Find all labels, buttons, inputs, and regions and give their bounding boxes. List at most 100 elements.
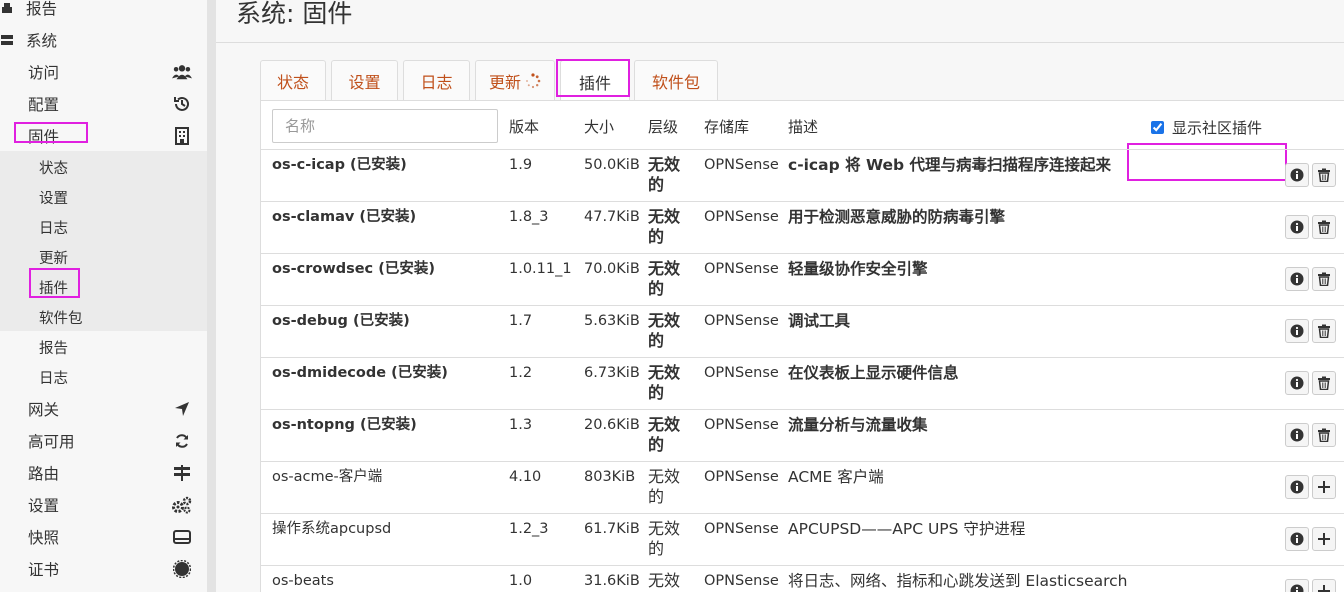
plugin-size: 20.6KiB xyxy=(584,417,640,433)
sidebar-subitem-label: 软件包 xyxy=(39,310,83,327)
column-header-version[interactable]: 版本 xyxy=(509,116,539,137)
sidebar-item-snapshots[interactable]: 快照 xyxy=(0,521,207,553)
refresh-icon xyxy=(172,431,192,451)
plugin-repository: OPNSense xyxy=(704,417,779,433)
plus-icon xyxy=(1318,533,1330,545)
info-icon xyxy=(1290,324,1304,338)
sidebar-item-label: 网关 xyxy=(28,401,60,419)
search-input[interactable] xyxy=(272,109,498,143)
info-button[interactable] xyxy=(1285,163,1309,187)
column-header-description[interactable]: 描述 xyxy=(788,116,818,137)
community-checkbox[interactable] xyxy=(1151,121,1164,134)
info-button[interactable] xyxy=(1285,319,1309,343)
trash-icon xyxy=(1318,428,1330,442)
column-header-size[interactable]: 大小 xyxy=(584,116,614,137)
install-button[interactable] xyxy=(1312,527,1336,551)
plugin-size: 5.63KiB xyxy=(584,313,640,329)
info-button[interactable] xyxy=(1285,267,1309,291)
sidebar-subitem-logs[interactable]: 日志 xyxy=(0,362,207,392)
tab-updates[interactable]: 更新 xyxy=(475,60,555,100)
community-label: 显示社区插件 xyxy=(1172,119,1263,137)
sidebar-subitem-reports[interactable]: 报告 xyxy=(0,332,207,362)
info-icon xyxy=(1290,428,1304,442)
table-row: os-crowdsec (已安装) 1.0.11_1 70.0KiB 无效的 OPNSe… xyxy=(261,253,1344,305)
signpost-icon xyxy=(172,463,192,483)
sidebar-item-gateways[interactable]: 网关 xyxy=(0,393,207,425)
plugin-name: os-ntopng (已安装) xyxy=(272,417,417,433)
report-icon xyxy=(0,0,14,18)
sidebar-subitem-status[interactable]: 状态 xyxy=(0,152,207,182)
sidebar-item-routes[interactable]: 路由 xyxy=(0,457,207,489)
info-icon xyxy=(1290,168,1304,182)
sidebar-item-high-availability[interactable]: 高可用 xyxy=(0,425,207,457)
plugin-tier: 无效的 xyxy=(648,571,681,592)
plugin-tier: 无效的 xyxy=(648,415,681,454)
info-icon xyxy=(1290,376,1304,390)
main-content: 系统: 固件 状态 设置 日志 更新 插件 软件包 版本 大小 层级 存储库 描… xyxy=(216,0,1344,592)
tab-status[interactable]: 状态 xyxy=(260,60,326,100)
install-button[interactable] xyxy=(1312,475,1336,499)
system-icon xyxy=(0,30,14,50)
plugins-panel: 版本 大小 层级 存储库 描述 显示社区插件 os-c-icap (已安装) 1.… xyxy=(260,101,1344,592)
sidebar-subitem-label: 状态 xyxy=(39,160,68,177)
tab-label: 日志 xyxy=(420,72,453,92)
table-row: os-clamav (已安装) 1.8_3 47.7KiB 无效的 OPNSense 用于… xyxy=(261,201,1344,253)
plugin-repository: OPNSense xyxy=(704,209,779,225)
sidebar-item-label: 快照 xyxy=(28,529,60,547)
plugin-description: c-icap 将 Web 代理与病毒扫描程序连接起来 xyxy=(788,156,1112,174)
remove-button[interactable] xyxy=(1312,267,1336,291)
sidebar-item-label: 高可用 xyxy=(28,433,75,451)
plugin-description: 调试工具 xyxy=(788,312,851,330)
sidebar-item-configuration[interactable]: 配置 xyxy=(0,88,207,120)
column-header-repository[interactable]: 存储库 xyxy=(704,116,749,137)
sidebar-item-settings[interactable]: 设置 xyxy=(0,489,207,521)
remove-button[interactable] xyxy=(1312,423,1336,447)
tab-packages[interactable]: 软件包 xyxy=(634,60,718,100)
table-row: os-beats 1.0 31.6KiB 无效的 OPNSense 将日志、网络、指标和心… xyxy=(261,565,1344,592)
sidebar-item-access[interactable]: 访问 xyxy=(0,56,207,88)
sidebar-scrollbar[interactable] xyxy=(207,0,216,592)
sidebar-item-label: 访问 xyxy=(28,64,60,82)
install-button[interactable] xyxy=(1312,579,1336,592)
tab-label: 设置 xyxy=(348,72,381,92)
tab-log[interactable]: 日志 xyxy=(403,60,470,100)
hdd-icon xyxy=(172,527,192,547)
info-button[interactable] xyxy=(1285,475,1309,499)
remove-button[interactable] xyxy=(1312,163,1336,187)
firmware-icon xyxy=(172,126,192,146)
info-button[interactable] xyxy=(1285,371,1309,395)
sidebar-item-reports[interactable]: 报告 xyxy=(0,0,207,24)
plugin-name: os-beats xyxy=(272,573,334,589)
plugin-repository: OPNSense xyxy=(704,157,779,173)
info-button[interactable] xyxy=(1285,423,1309,447)
info-button[interactable] xyxy=(1285,579,1309,592)
plugin-tier: 无效的 xyxy=(648,155,681,194)
tab-settings[interactable]: 设置 xyxy=(331,60,398,100)
remove-button[interactable] xyxy=(1312,371,1336,395)
info-icon xyxy=(1290,272,1304,286)
sidebar-subitem-packages[interactable]: 软件包 xyxy=(0,302,207,332)
info-button[interactable] xyxy=(1285,527,1309,551)
info-button[interactable] xyxy=(1285,215,1309,239)
show-community-plugins-toggle[interactable]: 显示社区插件 xyxy=(1151,117,1262,138)
plugin-name: 操作系统apcupsd xyxy=(272,521,392,537)
plugin-description: ACME 客户端 xyxy=(788,468,884,486)
page-title: 系统: 固件 xyxy=(236,0,353,28)
column-header-tier[interactable]: 层级 xyxy=(648,116,678,137)
table-row: os-debug (已安装) 1.7 5.63KiB 无效的 OPNSense 调试工具 xyxy=(261,305,1344,357)
plugin-tier: 无效的 xyxy=(648,207,681,246)
sidebar-item-label: 报告 xyxy=(26,0,58,18)
plugin-version: 1.0 xyxy=(509,573,533,589)
sidebar-item-certificates[interactable]: 证书 xyxy=(0,553,207,585)
plugin-size: 70.0KiB xyxy=(584,261,640,277)
plugin-repository: OPNSense xyxy=(704,365,779,381)
plugin-name: os-acme-客户端 xyxy=(272,469,383,485)
tab-label: 状态 xyxy=(276,72,309,92)
plugin-size: 6.73KiB xyxy=(584,365,640,381)
plugin-description: 流量分析与流量收集 xyxy=(788,416,928,434)
remove-button[interactable] xyxy=(1312,319,1336,343)
remove-button[interactable] xyxy=(1312,215,1336,239)
sidebar-subitem-settings[interactable]: 设置 xyxy=(0,182,207,212)
sidebar-subitem-log[interactable]: 日志 xyxy=(0,212,207,242)
sidebar-item-system[interactable]: 系统 xyxy=(0,24,207,56)
